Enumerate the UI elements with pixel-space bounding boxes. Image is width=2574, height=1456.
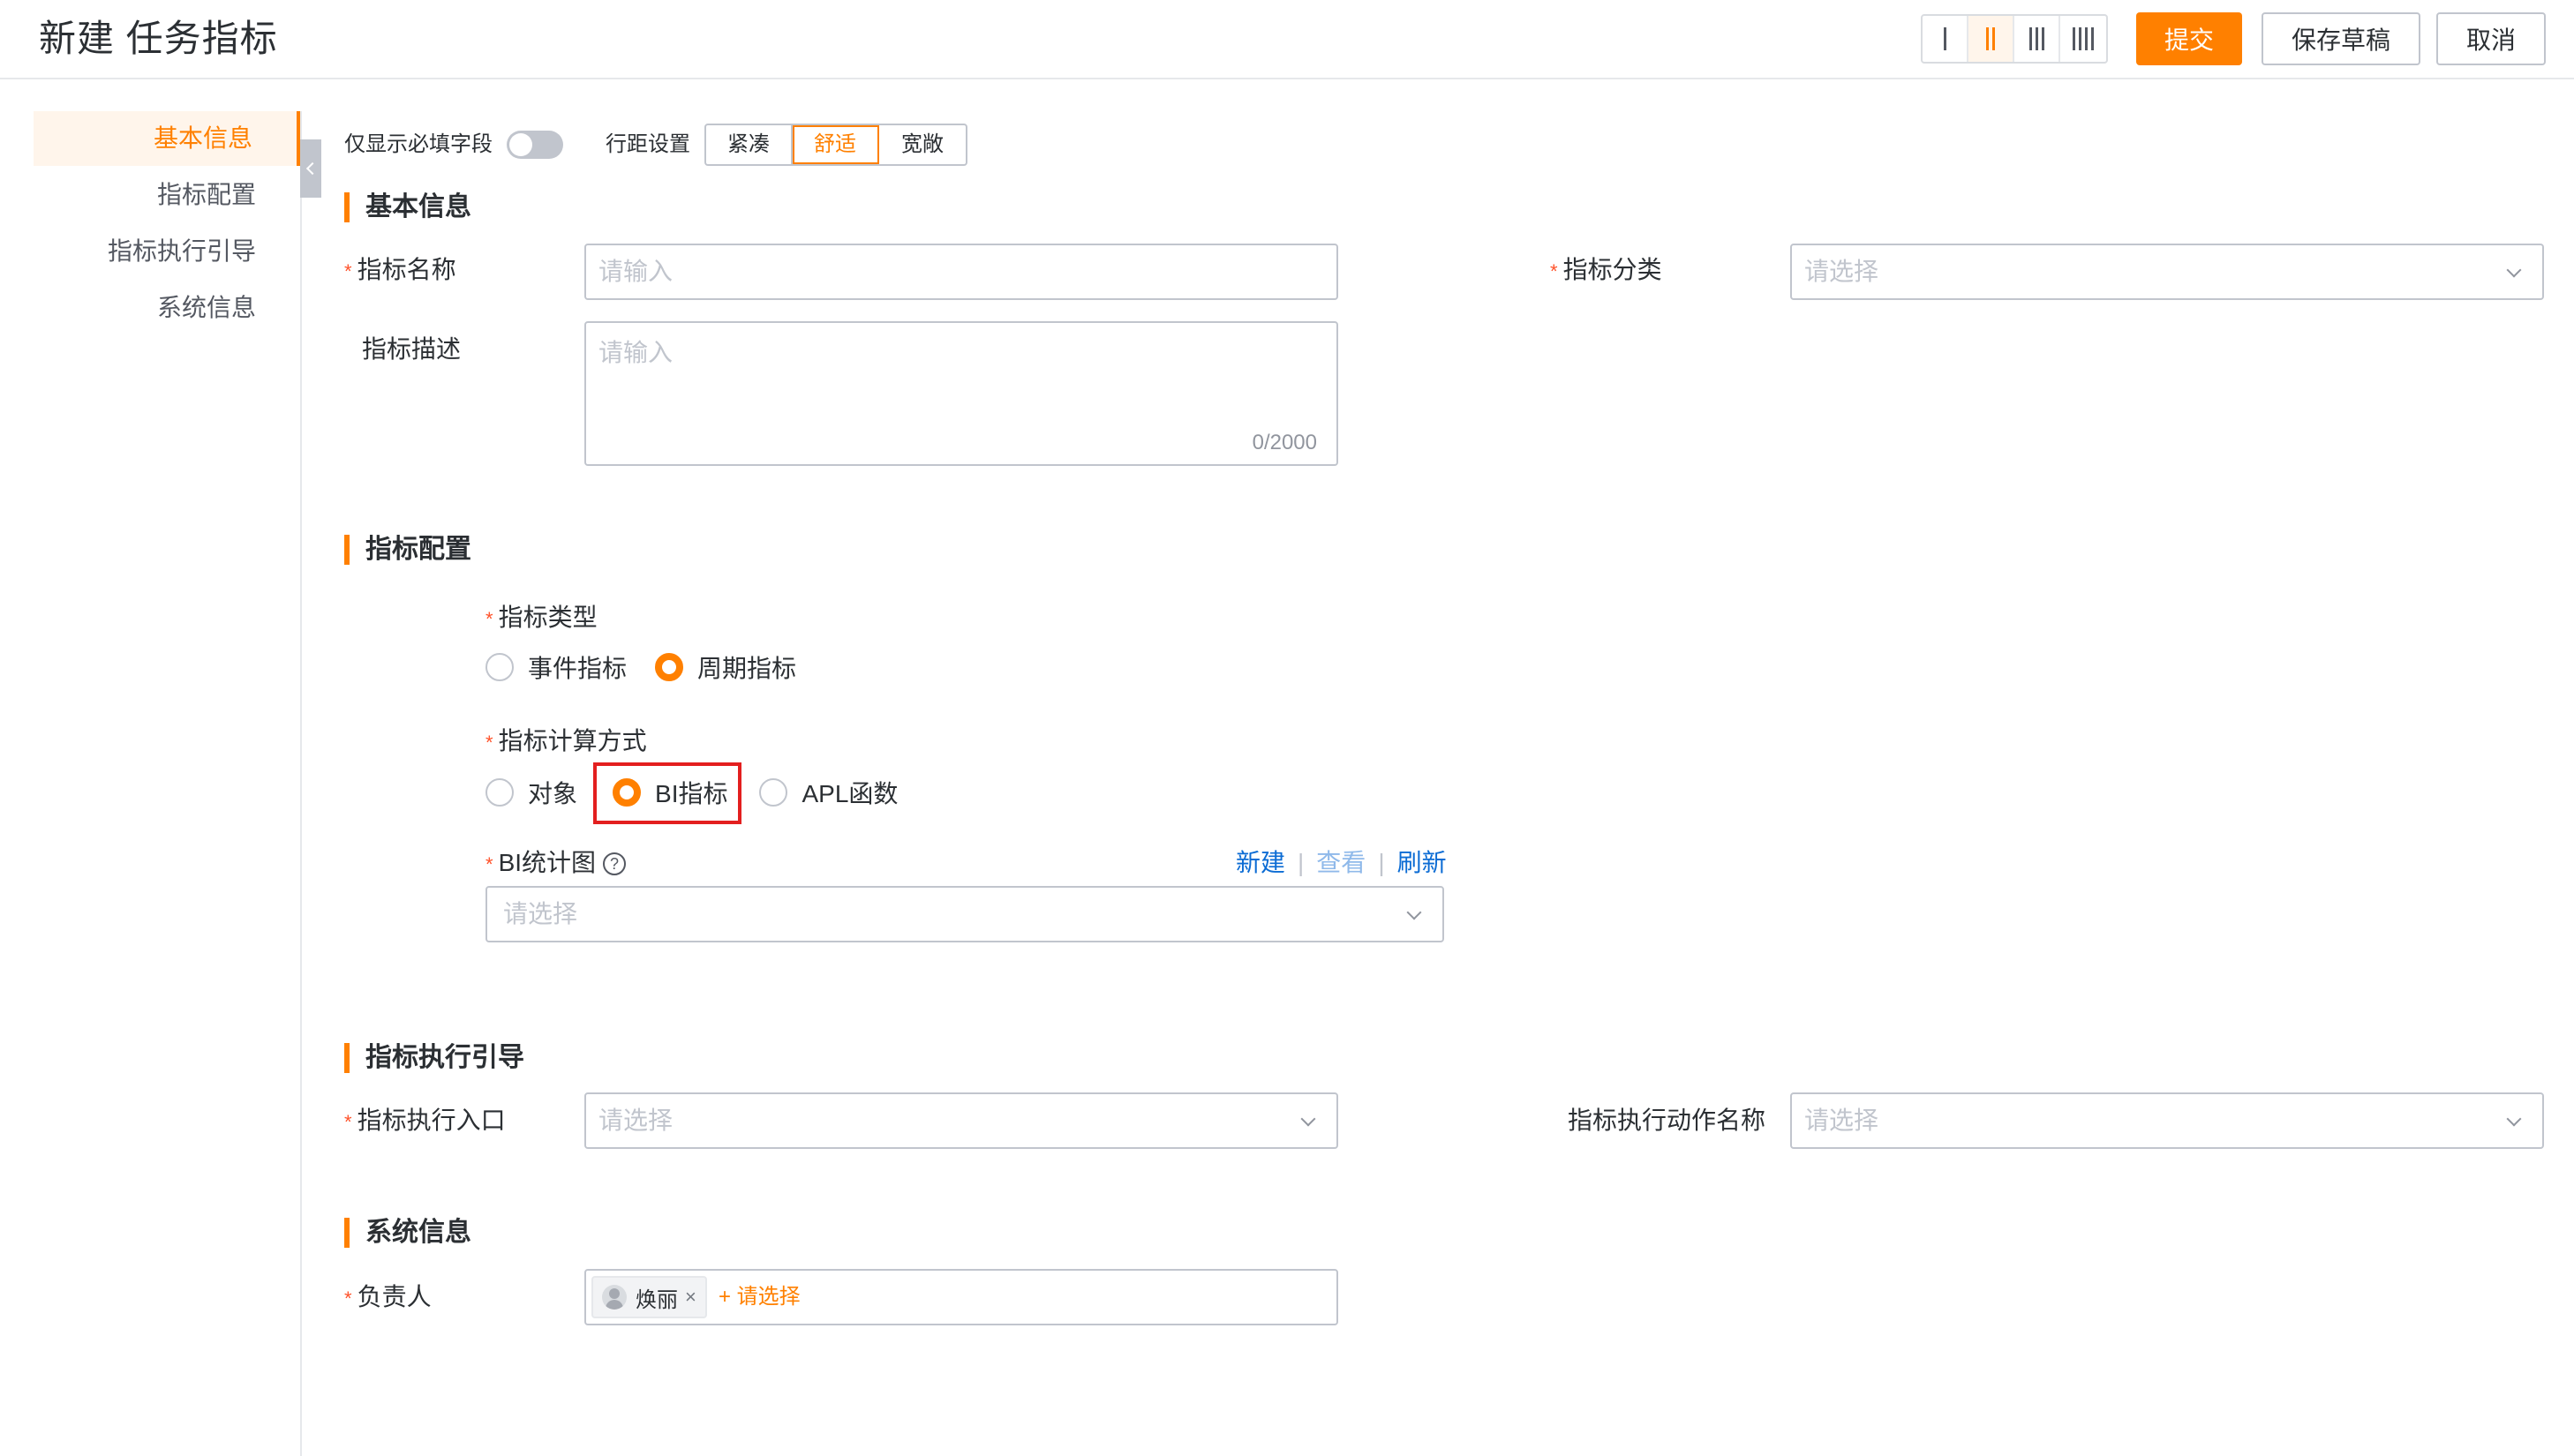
bi-chart-actions: 新建 | 查看 | 刷新 — [1236, 845, 1447, 885]
radio-event-metric[interactable]: 事件指标 — [485, 648, 627, 687]
radio-period-metric[interactable]: 周期指标 — [655, 648, 796, 687]
metric-desc-textarea[interactable]: 请输入 0/2000 — [584, 321, 1338, 466]
row-spacing-segmented: 紧凑 舒适 宽敞 — [704, 124, 967, 166]
divider: | — [1378, 849, 1385, 876]
nav-item-basic-info[interactable]: 基本信息 — [34, 111, 300, 166]
three-column-icon[interactable] — [2014, 16, 2060, 62]
bi-chart-label-text: BI统计图 — [498, 849, 597, 876]
required-mark: * — [344, 1287, 352, 1310]
metric-category-placeholder: 请选择 — [1804, 258, 1879, 285]
nav-divider — [300, 111, 302, 1456]
radio-label: 周期指标 — [697, 655, 797, 682]
bi-chart-select[interactable]: 请选择 — [485, 886, 1444, 942]
required-only-label: 仅显示必填字段 — [344, 132, 493, 156]
spacing-spacious[interactable]: 宽敞 — [879, 125, 966, 164]
metric-name-input[interactable]: 请输入 — [584, 244, 1338, 300]
bi-chart-placeholder: 请选择 — [503, 900, 578, 927]
avatar-icon — [602, 1285, 627, 1310]
radio-object[interactable]: 对象 — [485, 773, 577, 812]
metric-desc-label: 指标描述 — [362, 335, 462, 363]
metric-type-label-text: 指标类型 — [498, 604, 598, 631]
cancel-button[interactable]: 取消 — [2436, 12, 2546, 65]
metric-type-label: * 指标类型 — [485, 600, 598, 637]
highlight-box — [593, 762, 741, 824]
exec-entry-label: * 指标执行入口 — [344, 1103, 506, 1140]
radio-circle — [485, 778, 514, 807]
four-column-icon[interactable] — [2060, 16, 2106, 62]
metric-name-label: * 指标名称 — [344, 252, 456, 289]
divider: | — [1298, 849, 1305, 876]
calc-method-label: * 指标计算方式 — [485, 724, 647, 761]
toggle-knob — [509, 133, 532, 156]
page-header: 新建 任务指标 提交 保存草稿 取消 — [0, 0, 2574, 79]
close-icon[interactable]: × — [685, 1286, 696, 1309]
metric-category-label-text: 指标分类 — [1562, 256, 1662, 283]
section-title-basic-info: 基本信息 — [344, 192, 471, 222]
metric-category-select[interactable]: 请选择 — [1790, 244, 2544, 300]
owner-label: * 负责人 — [344, 1280, 432, 1317]
exec-action-select[interactable]: 请选择 — [1790, 1092, 2544, 1149]
exec-action-placeholder: 请选择 — [1804, 1107, 1879, 1134]
required-mark: * — [344, 260, 352, 282]
help-icon[interactable]: ? — [603, 852, 627, 875]
save-draft-button[interactable]: 保存草稿 — [2262, 12, 2420, 65]
one-column-icon[interactable] — [1923, 16, 1968, 62]
page-title: 新建 任务指标 — [39, 18, 278, 59]
section-title-metric-config: 指标配置 — [344, 535, 471, 565]
metric-name-placeholder: 请输入 — [598, 258, 674, 285]
spacing-comfortable[interactable]: 舒适 — [793, 125, 879, 164]
column-layout-switcher — [1921, 14, 2108, 64]
nav-item-system-info[interactable]: 系统信息 — [34, 281, 300, 335]
chevron-down-icon — [2506, 1111, 2522, 1127]
section-title-execution-guide: 指标执行引导 — [344, 1043, 524, 1073]
chevron-down-icon — [1406, 904, 1422, 920]
required-mark: * — [344, 1111, 352, 1133]
submit-button[interactable]: 提交 — [2136, 12, 2242, 65]
spacing-compact[interactable]: 紧凑 — [706, 125, 793, 164]
metric-name-label-text: 指标名称 — [357, 256, 456, 283]
metric-desc-placeholder: 请输入 — [598, 339, 674, 366]
metric-category-label: * 指标分类 — [1550, 252, 1662, 289]
metric-type-radio-group: 事件指标 周期指标 — [485, 648, 796, 687]
exec-entry-select[interactable]: 请选择 — [584, 1092, 1338, 1149]
radio-label: 对象 — [528, 780, 578, 807]
owner-tag: 焕丽 × — [591, 1276, 707, 1318]
radio-apl-function[interactable]: APL函数 — [759, 773, 898, 812]
radio-circle — [485, 653, 514, 681]
radio-circle-checked — [655, 653, 684, 681]
chevron-down-icon — [2506, 262, 2522, 278]
radio-circle — [759, 778, 788, 807]
required-mark: * — [1550, 260, 1558, 282]
required-mark: * — [485, 732, 493, 754]
radio-label: 事件指标 — [528, 655, 628, 682]
required-only-toggle[interactable] — [507, 131, 563, 159]
bi-refresh-link[interactable]: 刷新 — [1397, 849, 1447, 876]
exec-entry-placeholder: 请选择 — [598, 1107, 674, 1134]
required-mark: * — [485, 853, 493, 875]
row-spacing-label: 行距设置 — [606, 132, 690, 156]
char-counter: 0/2000 — [1252, 431, 1317, 454]
collapse-nav-button[interactable] — [300, 139, 321, 198]
exec-action-label: 指标执行动作名称 — [1568, 1107, 1766, 1134]
nav-item-metric-config[interactable]: 指标配置 — [34, 168, 300, 222]
bi-view-link[interactable]: 查看 — [1316, 849, 1366, 876]
calc-method-label-text: 指标计算方式 — [498, 727, 647, 754]
two-column-icon[interactable] — [1968, 16, 2014, 62]
section-title-system-info: 系统信息 — [344, 1218, 471, 1248]
nav-item-execution-guide[interactable]: 指标执行引导 — [34, 224, 300, 279]
chevron-down-icon — [1300, 1111, 1316, 1127]
bi-chart-label: * BI统计图? — [485, 845, 627, 882]
owner-name: 焕丽 — [636, 1287, 678, 1312]
add-owner-button[interactable]: + 请选择 — [719, 1281, 801, 1313]
owner-label-text: 负责人 — [357, 1283, 432, 1310]
required-mark: * — [485, 608, 493, 630]
bi-new-link[interactable]: 新建 — [1236, 849, 1285, 876]
radio-label: APL函数 — [802, 780, 899, 807]
exec-entry-label-text: 指标执行入口 — [357, 1107, 506, 1134]
chevron-left-icon — [305, 161, 320, 176]
